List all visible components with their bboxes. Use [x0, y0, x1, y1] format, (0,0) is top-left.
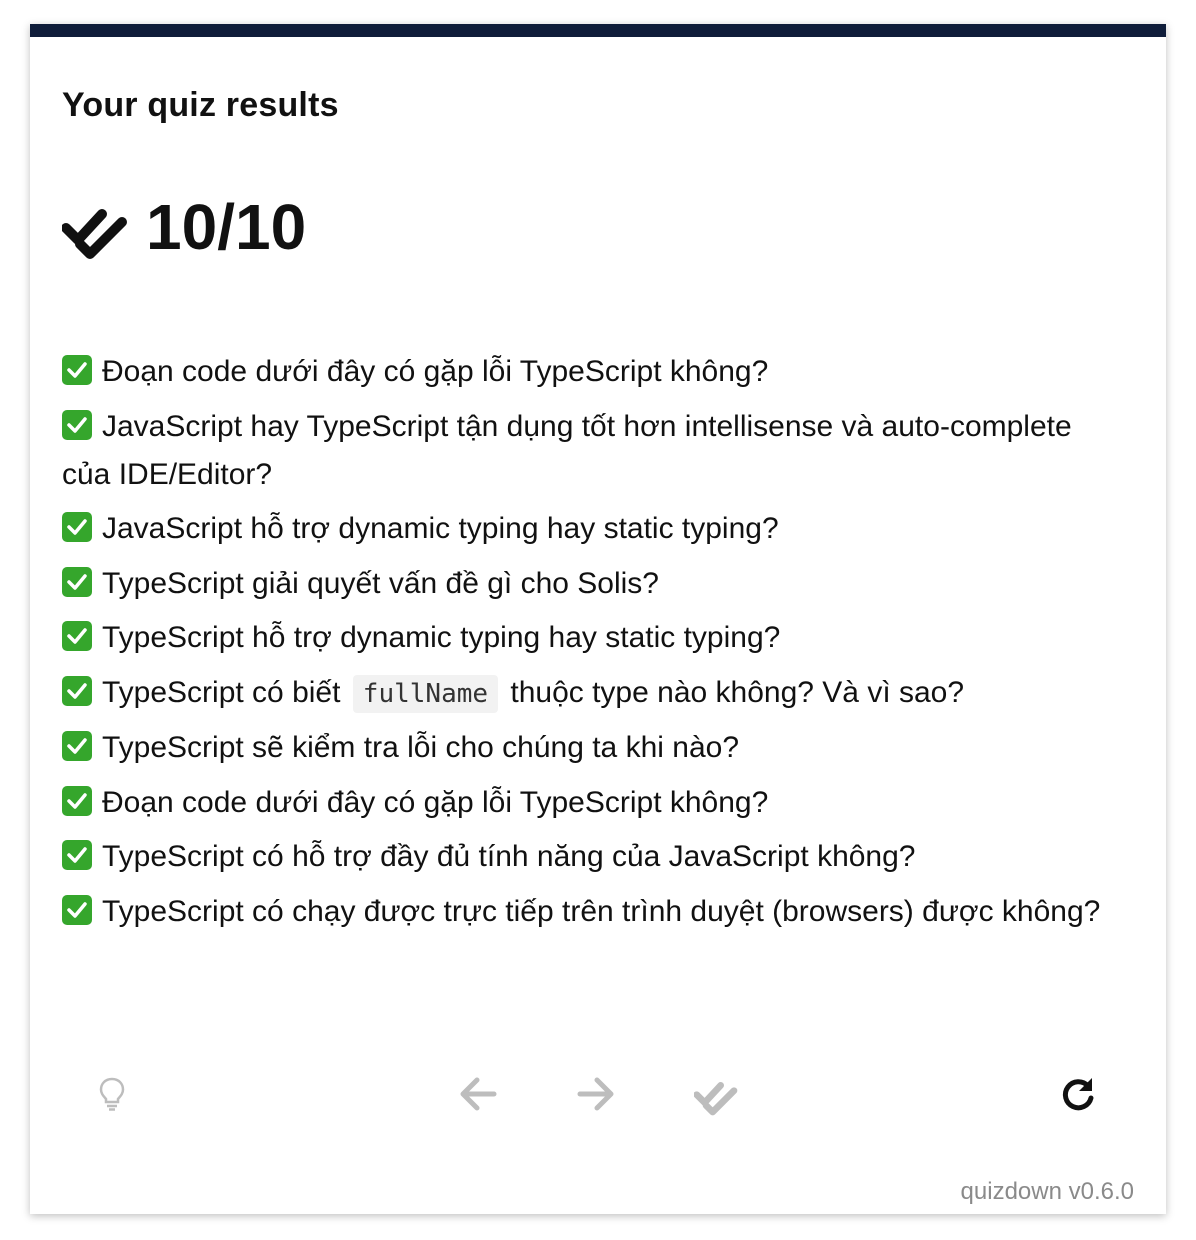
- question-text: TypeScript sẽ kiểm tra lỗi cho chúng ta …: [102, 731, 740, 764]
- result-item: Đoạn code dưới đây có gặp lỗi TypeScript…: [62, 348, 1102, 396]
- question-text: TypeScript có chạy được trực tiếp trên t…: [102, 894, 1101, 928]
- score-value: 10/10: [146, 191, 307, 263]
- result-item: TypeScript có hỗ trợ đầy đủ tính năng củ…: [62, 833, 1102, 881]
- check-mark-icon: [62, 566, 92, 597]
- question-text: JavaScript hỗ trợ dynamic typing hay sta…: [102, 512, 779, 545]
- question-text: TypeScript giải quyết vấn đề gì cho Soli…: [102, 566, 659, 600]
- inline-code: fullName: [352, 674, 499, 713]
- result-item: TypeScript có biết fullName thuộc type n…: [62, 669, 1102, 718]
- hint-button[interactable]: [88, 1072, 136, 1116]
- question-text-suffix: thuộc type nào không? Và vì sao?: [510, 675, 965, 709]
- check-mark-icon: [62, 675, 92, 706]
- version-label: quizdown v0.6.0: [960, 1178, 1134, 1205]
- question-text: Đoạn code dưới đây có gặp lỗi TypeScript…: [102, 785, 769, 819]
- arrow-left-icon: [460, 1077, 497, 1111]
- next-button[interactable]: [572, 1072, 620, 1116]
- restart-icon: [1062, 1078, 1094, 1111]
- check-mark-icon: [62, 731, 92, 761]
- quiz-controls: [30, 1064, 1166, 1124]
- result-item: JavaScript hỗ trợ dynamic typing hay sta…: [62, 505, 1102, 553]
- lightbulb-icon: [99, 1077, 125, 1111]
- result-item: TypeScript giải quyết vấn đề gì cho Soli…: [62, 560, 1102, 608]
- double-check-icon: [694, 1082, 738, 1116]
- result-item: Đoạn code dưới đây có gặp lỗi TypeScript…: [62, 779, 1102, 827]
- question-text: TypeScript có hỗ trợ đầy đủ tính năng củ…: [102, 840, 916, 873]
- top-accent-bar: [30, 24, 1166, 37]
- results-title: Your quiz results: [62, 86, 339, 124]
- result-item: TypeScript có chạy được trực tiếp trên t…: [62, 888, 1102, 936]
- results-list: Đoạn code dưới đây có gặp lỗi TypeScript…: [62, 348, 1102, 942]
- check-mark-icon: [62, 894, 92, 925]
- restart-button[interactable]: [1054, 1072, 1102, 1116]
- double-check-icon: [62, 209, 127, 259]
- result-item: JavaScript hay TypeScript tận dụng tốt h…: [62, 403, 1102, 499]
- arrow-right-icon: [577, 1077, 614, 1111]
- question-text: JavaScript hay TypeScript tận dụng tốt h…: [62, 409, 1072, 491]
- check-mark-icon: [62, 840, 92, 870]
- check-mark-icon: [62, 355, 92, 385]
- check-mark-icon: [62, 512, 92, 542]
- question-text: TypeScript hỗ trợ dynamic typing hay sta…: [102, 621, 781, 654]
- result-item: TypeScript sẽ kiểm tra lỗi cho chúng ta …: [62, 724, 1102, 772]
- quiz-card: Your quiz results 10/10 Đoạn code dưới đ…: [30, 24, 1166, 1214]
- check-mark-icon: [62, 409, 92, 440]
- check-mark-icon: [62, 621, 92, 651]
- previous-button[interactable]: [454, 1072, 502, 1116]
- submit-button[interactable]: [692, 1072, 740, 1116]
- score-display: 10/10: [62, 191, 307, 263]
- question-text: TypeScript có biết: [102, 675, 341, 709]
- question-text: Đoạn code dưới đây có gặp lỗi TypeScript…: [102, 355, 769, 388]
- check-mark-icon: [62, 785, 92, 816]
- result-item: TypeScript hỗ trợ dynamic typing hay sta…: [62, 614, 1102, 662]
